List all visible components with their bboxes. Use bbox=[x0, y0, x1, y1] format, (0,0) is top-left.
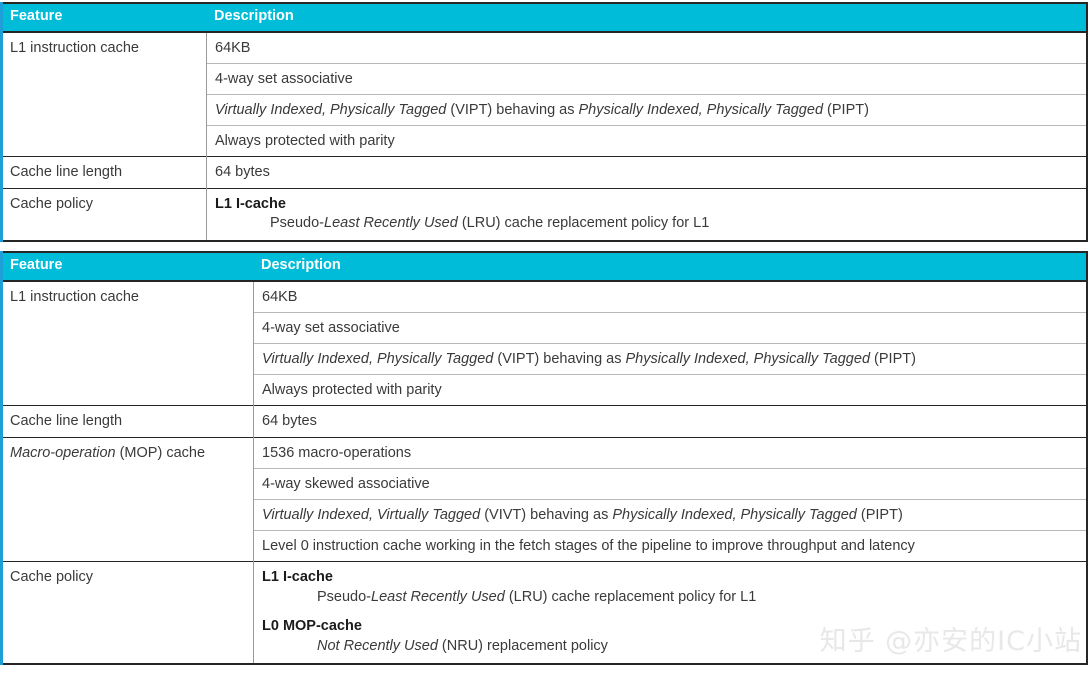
italic-term: Physically Indexed, Physically Tagged bbox=[625, 351, 871, 368]
policy-detail: Pseudo-Least Recently Used (LRU) cache r… bbox=[215, 214, 1079, 234]
table-row: Cache line length 64 bytes bbox=[1, 405, 1087, 438]
italic-term: Virtually Indexed, Virtually Tagged bbox=[262, 506, 481, 523]
text-run: (NRU) replacement policy bbox=[437, 638, 608, 655]
policy-block: L1 I-cache Pseudo-Least Recently Used (LR… bbox=[262, 568, 1079, 607]
cell-description: 4-way set associative bbox=[206, 63, 1087, 95]
cell-feature: Macro-operation (MOP) cache bbox=[1, 436, 254, 562]
table-row-header: Feature Description bbox=[1, 3, 1087, 32]
text-run: (LRU) cache replacement policy for L1 bbox=[457, 215, 710, 232]
cache-table-1: Feature Description L1 instruction cache… bbox=[0, 2, 1088, 242]
cell-description: Always protected with parity bbox=[253, 374, 1087, 406]
column-header-description: Description bbox=[253, 252, 1087, 281]
cell-description: 64KB bbox=[253, 279, 1087, 313]
text-run: (PIPT) bbox=[870, 351, 916, 368]
text-run: (VIVT) behaving as bbox=[480, 506, 613, 523]
cell-description: 4-way set associative bbox=[253, 312, 1087, 344]
cell-description: 64 bytes bbox=[206, 156, 1087, 189]
table-2-body: L1 instruction cache 64KB 4-way set associ… bbox=[1, 279, 1087, 664]
italic-term: Virtually Indexed, Physically Tagged bbox=[262, 351, 494, 368]
text-run: (PIPT) bbox=[856, 506, 903, 523]
text-run: (LRU) cache replacement policy for L1 bbox=[504, 588, 757, 605]
table-row: L1 instruction cache 64KB bbox=[1, 30, 1087, 157]
policy-detail: Not Recently Used (NRU) replacement poli… bbox=[262, 637, 1079, 657]
policy-block: L1 I-cache Pseudo-Least Recently Used (LR… bbox=[215, 195, 1079, 234]
text-run: Pseudo- bbox=[317, 588, 372, 605]
table-row-header: Feature Description bbox=[1, 252, 1087, 281]
italic-term: Physically Indexed, Physically Tagged bbox=[578, 102, 824, 119]
cell-feature: L1 instruction cache bbox=[1, 279, 254, 406]
table-row: Cache policy L1 I-cache Pseudo-Least Recen… bbox=[1, 187, 1087, 241]
text-run: (MOP) cache bbox=[115, 444, 206, 461]
cell-feature: Cache line length bbox=[1, 156, 207, 189]
column-header-feature: Feature bbox=[1, 3, 207, 32]
cell-description: Virtually Indexed, Physically Tagged (VI… bbox=[253, 343, 1087, 375]
cache-table-2: Feature Description L1 instruction cache… bbox=[0, 251, 1088, 665]
cell-description: 64KB bbox=[206, 30, 1087, 64]
policy-title: L1 I-cache bbox=[215, 195, 286, 212]
page-root: Feature Description L1 instruction cache… bbox=[0, 0, 1090, 676]
policy-detail: Pseudo-Least Recently Used (LRU) cache r… bbox=[262, 588, 1079, 608]
column-header-description: Description bbox=[206, 3, 1087, 32]
table-1-header: Feature Description bbox=[1, 3, 1087, 32]
table-row: Cache line length 64 bytes bbox=[1, 156, 1087, 189]
italic-term: Least Recently Used bbox=[371, 588, 505, 605]
cell-feature: Cache policy bbox=[1, 187, 207, 241]
table-2-header: Feature Description bbox=[1, 252, 1087, 281]
text-run: (VIPT) behaving as bbox=[446, 102, 579, 119]
italic-term: Not Recently Used bbox=[317, 638, 438, 655]
italic-term: Macro-operation bbox=[10, 444, 116, 461]
cell-description-policy: L1 I-cache Pseudo-Least Recently Used (LR… bbox=[206, 187, 1087, 241]
cell-description: Virtually Indexed, Physically Tagged (VI… bbox=[206, 94, 1087, 126]
table-1-body: L1 instruction cache 64KB 4-way set associ… bbox=[1, 30, 1087, 241]
cell-description: 4-way skewed associative bbox=[253, 467, 1087, 500]
cell-description: Virtually Indexed, Virtually Tagged (VIV… bbox=[253, 498, 1087, 531]
table-row: L1 instruction cache 64KB bbox=[1, 279, 1087, 406]
italic-term: Virtually Indexed, Physically Tagged bbox=[215, 102, 447, 119]
cell-feature: L1 instruction cache bbox=[1, 30, 207, 157]
text-run: Pseudo- bbox=[270, 215, 325, 232]
column-header-feature: Feature bbox=[1, 252, 254, 281]
policy-title: L1 I-cache bbox=[262, 569, 333, 586]
cell-description-policy: L1 I-cache Pseudo-Least Recently Used (LR… bbox=[253, 561, 1087, 664]
italic-term: Least Recently Used bbox=[324, 215, 458, 232]
text-run: (PIPT) bbox=[823, 102, 869, 119]
cell-description: 64 bytes bbox=[253, 405, 1087, 438]
policy-title: L0 MOP-cache bbox=[262, 618, 362, 635]
table-row: Cache policy L1 I-cache Pseudo-Least Recen… bbox=[1, 561, 1087, 664]
text-run: (VIPT) behaving as bbox=[493, 351, 626, 368]
cell-description: Always protected with parity bbox=[206, 125, 1087, 157]
cell-description: Level 0 instruction cache working in the… bbox=[253, 529, 1087, 562]
cell-feature: Cache line length bbox=[1, 405, 254, 438]
cell-feature: Cache policy bbox=[1, 561, 254, 664]
table-row: Macro-operation (MOP) cache 1536 macro-op… bbox=[1, 436, 1087, 562]
italic-term: Physically Indexed, Physically Tagged bbox=[612, 506, 857, 523]
policy-block: L0 MOP-cache Not Recently Used (NRU) repl… bbox=[262, 617, 1079, 656]
cell-description: 1536 macro-operations bbox=[253, 436, 1087, 469]
